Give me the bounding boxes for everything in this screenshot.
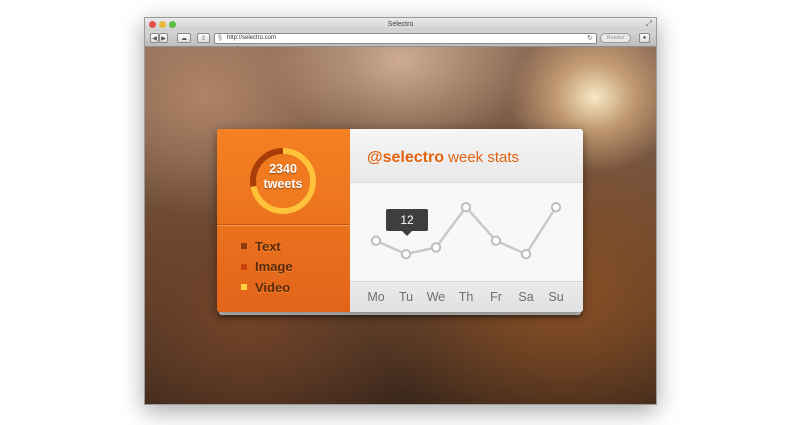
site-icon: § <box>218 35 222 42</box>
back-icon: ◀ <box>152 35 157 42</box>
legend-item-video[interactable]: Video <box>241 277 293 298</box>
back-button[interactable]: ◀ <box>150 33 159 43</box>
icloud-tabs-button[interactable]: ☁ <box>177 33 191 43</box>
stats-title: @selectro week stats <box>367 149 519 167</box>
tweet-count-unit: tweets <box>263 177 303 191</box>
address-bar[interactable]: § http://selectro.com ↻ <box>214 33 597 44</box>
fullscreen-icon[interactable]: ⤢ <box>646 20 652 28</box>
day-label-sa: Sa <box>518 290 534 304</box>
legend: Text Image Video <box>241 236 293 298</box>
tweet-count-section: 2340 tweets <box>217 129 350 225</box>
tweet-count: 2340 tweets <box>249 162 317 192</box>
line-chart-svg <box>370 201 562 260</box>
summary-panel: 2340 tweets Text Image Video <box>217 129 350 312</box>
day-label-su: Su <box>548 290 564 304</box>
page-content: 2340 tweets Text Image Video @selectro w… <box>145 47 656 404</box>
value-tooltip: 12 <box>386 209 428 236</box>
close-icon[interactable] <box>149 21 156 28</box>
data-point-sa[interactable] <box>520 248 532 260</box>
day-axis: Mo Tu We Th Fr Sa Su <box>350 281 583 312</box>
minimize-icon[interactable] <box>159 21 166 28</box>
share-button[interactable]: ⇪ <box>197 33 210 43</box>
legend-label-video: Video <box>255 279 291 295</box>
downloads-icon: ● <box>642 35 647 41</box>
legend-swatch-text <box>241 243 247 250</box>
legend-label-image: Image <box>255 259 293 275</box>
window-controls <box>149 21 176 28</box>
downloads-button[interactable]: ● <box>639 33 650 43</box>
browser-toolbar: ◀ ▶ ☁ ⇪ § http://selectro.com ↻ Reader ● <box>145 31 656 47</box>
window-title: Selectro <box>387 21 414 28</box>
stats-panel: @selectro week stats 12 Mo Tu We Th Fr Sa Su <box>350 129 583 312</box>
day-label-tu: Tu <box>398 290 414 304</box>
browser-window: Selectro ⤢ ◀ ▶ ☁ ⇪ § http://selectro.com… <box>144 17 657 405</box>
share-icon: ⇪ <box>200 35 207 42</box>
legend-label-text: Text <box>255 238 281 254</box>
legend-item-image[interactable]: Image <box>241 257 293 278</box>
day-label-fr: Fr <box>490 290 502 304</box>
day-label-we: We <box>426 290 446 304</box>
data-point-we[interactable] <box>430 242 442 253</box>
title-bar: Selectro ⤢ <box>145 18 656 31</box>
day-label-th: Th <box>458 290 474 304</box>
data-point-th[interactable] <box>460 201 472 213</box>
legend-item-text[interactable]: Text <box>241 236 293 257</box>
stats-subtitle: week stats <box>448 149 520 166</box>
account-handle[interactable]: @selectro <box>367 149 444 166</box>
zoom-icon[interactable] <box>169 21 176 28</box>
data-point-tu[interactable] <box>400 248 412 260</box>
data-point-su[interactable] <box>550 201 562 213</box>
tweet-count-value: 2340 <box>269 162 297 176</box>
legend-swatch-video <box>241 284 247 291</box>
reload-icon[interactable]: ↻ <box>587 34 593 43</box>
forward-icon: ▶ <box>161 35 166 42</box>
day-label-mo: Mo <box>367 290 385 304</box>
url-text: http://selectro.com <box>227 35 277 41</box>
week-line-chart <box>350 183 583 281</box>
legend-swatch-image <box>241 263 247 270</box>
forward-button[interactable]: ▶ <box>159 33 168 43</box>
data-point-fr[interactable] <box>490 235 502 246</box>
stats-header: @selectro week stats <box>350 129 583 183</box>
cloud-icon: ☁ <box>181 35 187 42</box>
data-point-mo[interactable] <box>370 235 382 246</box>
reader-button[interactable]: Reader <box>600 33 631 43</box>
stats-widget: 2340 tweets Text Image Video @selectro w… <box>217 129 583 312</box>
